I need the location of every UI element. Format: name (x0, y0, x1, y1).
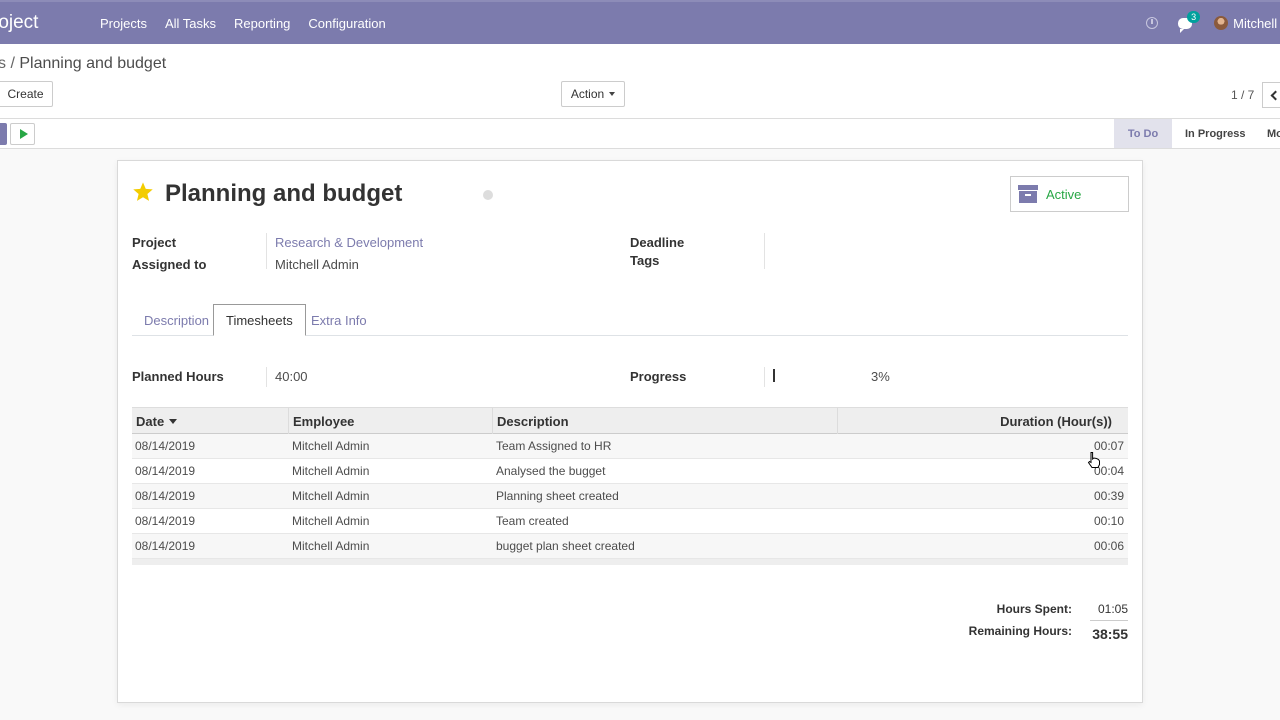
field-divider (266, 367, 267, 387)
messaging-button[interactable]: 3 (1178, 10, 1201, 33)
tags-label: Tags (630, 253, 660, 268)
play-icon (19, 129, 28, 139)
progress-label: Progress (630, 369, 687, 384)
cell-description: Analysed the bugget (496, 464, 606, 478)
start-timer-button[interactable] (10, 123, 35, 145)
hours-spent-label: Hours Spent: (996, 602, 1072, 616)
stage-more[interactable]: Mo (1267, 119, 1280, 148)
cell-description: Team Assigned to HR (496, 439, 612, 453)
hours-spent-value: 01:05 (1097, 602, 1128, 616)
tab-timesheets[interactable]: Timesheets (213, 304, 306, 336)
action-dropdown[interactable]: Action (561, 81, 625, 107)
table-row[interactable]: 08/14/2019 Mitchell Admin Analysed the b… (132, 459, 1128, 484)
timesheet-table: Date Employee Description Duration (Hour… (132, 407, 1128, 565)
menu-all-tasks[interactable]: All Tasks (165, 16, 216, 31)
statusbar-primary-button[interactable] (0, 123, 7, 145)
cell-employee: Mitchell Admin (292, 514, 370, 528)
stage-todo[interactable]: To Do (1114, 119, 1172, 148)
systray: 3 Mitchell Ad (1146, 2, 1280, 44)
cell-description: bugget plan sheet created (496, 539, 635, 553)
menu-configuration[interactable]: Configuration (308, 16, 385, 31)
notebook-tabs: Description Timesheets Extra Info (132, 304, 1128, 336)
control-panel: s / Planning and budget Create Action 1 … (0, 44, 1280, 119)
field-divider (764, 233, 765, 269)
breadcrumb-parent[interactable]: s (0, 55, 6, 72)
activity-clock-icon[interactable] (1146, 17, 1159, 29)
top-navbar: roject Projects All Tasks Reporting Conf… (0, 0, 1280, 44)
chevron-left-icon (1270, 90, 1280, 100)
cell-duration: 00:39 (1093, 489, 1124, 503)
cell-date: 08/14/2019 (135, 489, 196, 503)
remaining-hours-value: 38:55 (1092, 626, 1128, 642)
planned-hours-label: Planned Hours (132, 369, 224, 384)
tab-description[interactable]: Description (132, 304, 221, 336)
col-duration-header[interactable]: Duration (Hour(s)) (1000, 408, 1112, 434)
sort-down-icon (169, 418, 178, 424)
col-employee-header[interactable]: Employee (293, 408, 354, 434)
table-row[interactable]: 08/14/2019 Mitchell Admin Team Assigned … (132, 434, 1128, 459)
hand-cursor-icon (1087, 452, 1100, 468)
table-row[interactable]: 08/14/2019 Mitchell Admin bugget plan sh… (132, 534, 1128, 559)
user-menu-name[interactable]: Mitchell Ad (1233, 16, 1280, 31)
chat-counter-badge: 3 (1187, 10, 1201, 23)
col-date-header[interactable]: Date (136, 408, 178, 434)
breadcrumb: s / Planning and budget (0, 55, 166, 73)
assigned-field[interactable]: Mitchell Admin (275, 257, 359, 272)
app-title[interactable]: roject (0, 12, 38, 34)
cell-employee: Mitchell Admin (292, 539, 370, 553)
cell-employee: Mitchell Admin (292, 489, 370, 503)
table-footer (132, 559, 1128, 565)
active-toggle-button[interactable]: Active (1010, 176, 1129, 212)
tab-extra-info[interactable]: Extra Info (299, 304, 379, 336)
project-field[interactable]: Research & Development (275, 235, 423, 250)
archive-icon (1018, 185, 1038, 203)
table-row[interactable]: 08/14/2019 Mitchell Admin Planning sheet… (132, 484, 1128, 509)
pager-previous-button[interactable] (1262, 82, 1280, 108)
col-description-header[interactable]: Description (497, 408, 569, 434)
user-avatar[interactable] (1214, 16, 1229, 30)
main-menu: Projects All Tasks Reporting Configurati… (100, 2, 404, 44)
totals-divider (1090, 620, 1128, 621)
deadline-label: Deadline (630, 235, 685, 250)
caret-down-icon (609, 92, 616, 96)
breadcrumb-current: Planning and budget (19, 55, 167, 72)
star-icon[interactable] (132, 181, 154, 203)
planned-hours-field[interactable]: 40:00 (275, 369, 308, 384)
cell-employee: Mitchell Admin (292, 464, 370, 478)
menu-projects[interactable]: Projects (100, 16, 147, 31)
col-date-label: Date (136, 413, 165, 429)
kanban-state-dot[interactable] (483, 190, 493, 200)
action-label: Action (570, 87, 605, 101)
cell-duration: 00:10 (1093, 514, 1124, 528)
cell-date: 08/14/2019 (135, 514, 196, 528)
cell-description: Team created (496, 514, 569, 528)
pager-value[interactable]: 1 / 7 (1231, 88, 1254, 102)
cell-description: Planning sheet created (496, 489, 619, 503)
cell-employee: Mitchell Admin (292, 439, 370, 453)
task-title[interactable]: Planning and budget (165, 180, 402, 208)
form-sheet: Planning and budget Active Project Resea… (117, 160, 1143, 703)
table-row[interactable]: 08/14/2019 Mitchell Admin Team created 0… (132, 509, 1128, 534)
field-divider (764, 367, 765, 387)
table-header: Date Employee Description Duration (Hour… (132, 407, 1128, 434)
progress-value: 3% (871, 369, 890, 384)
cell-date: 08/14/2019 (135, 539, 196, 553)
menu-reporting[interactable]: Reporting (234, 16, 290, 31)
cell-date: 08/14/2019 (135, 439, 196, 453)
breadcrumb-separator: / (10, 55, 15, 72)
create-button[interactable]: Create (0, 81, 53, 107)
cell-duration: 00:06 (1093, 539, 1124, 553)
table-body: 08/14/2019 Mitchell Admin Team Assigned … (132, 434, 1128, 559)
stage-in-progress[interactable]: In Progress (1185, 119, 1246, 148)
active-label: Active (1046, 186, 1082, 202)
progress-bar-fill (773, 369, 775, 382)
project-label: Project (132, 235, 177, 250)
assigned-label: Assigned to (132, 257, 207, 272)
remaining-hours-label: Remaining Hours: (968, 624, 1072, 638)
cell-date: 08/14/2019 (135, 464, 196, 478)
field-divider (266, 233, 267, 269)
status-bar: To Do In Progress Mo (0, 119, 1280, 149)
